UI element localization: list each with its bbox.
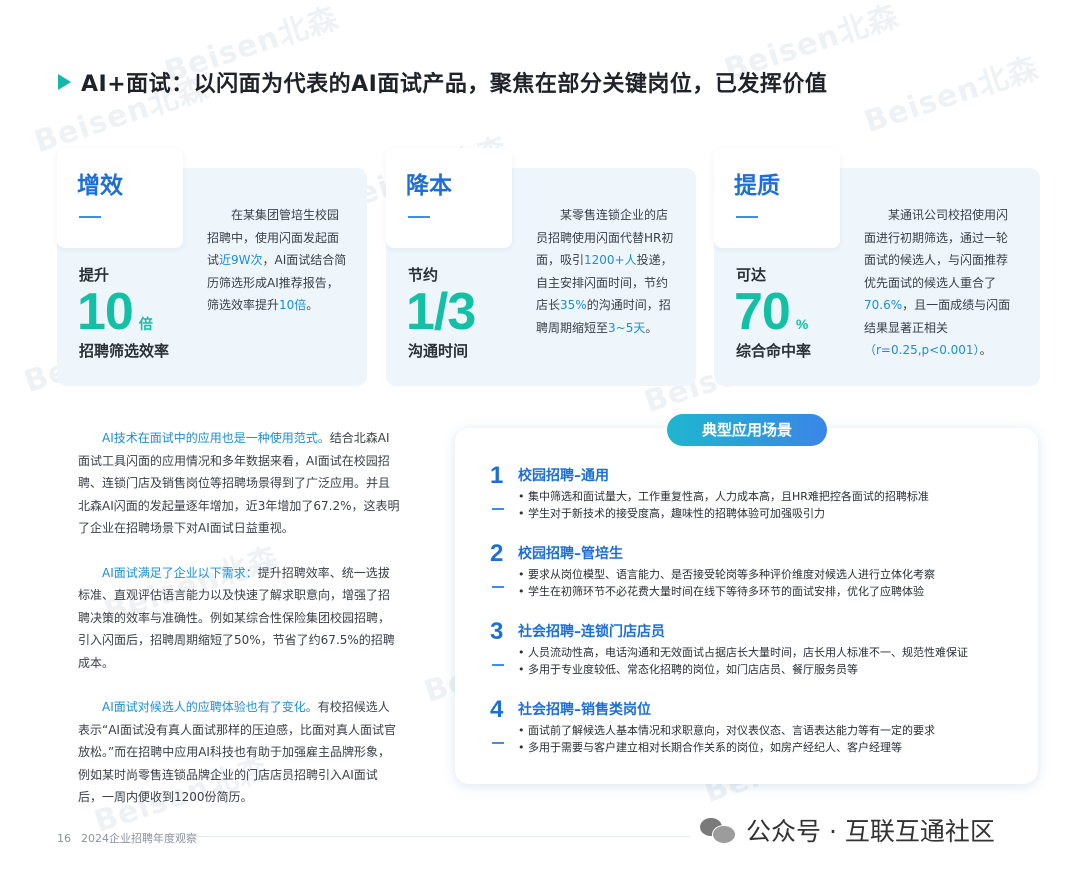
card-tag: 增效: [57, 148, 183, 248]
scenario-panel: 典型应用场景 1 校园招聘–通用 集中筛选和面试量大，工作重复性高，人力成本高，…: [455, 414, 1038, 784]
number-dash: [492, 586, 504, 588]
card-description: 某通讯公司校招使用闪面进行初期筛选，通过一轮面试的候选人，与闪面推荐优先面试的候…: [864, 204, 1016, 362]
stat-caption: 招聘筛选效率: [79, 342, 170, 360]
page-footer: 16 2024企业招聘年度观察: [57, 830, 197, 846]
highlight-text: 1200+人: [584, 253, 637, 267]
bullet: 人员流动性高，电话沟通和无效面试占据店长大量时间，店长用人标准不一、规范性难保证: [518, 644, 968, 661]
watermark: Beisen北森: [860, 50, 1044, 140]
desc-text: 。: [306, 298, 319, 312]
paragraph: AI面试满足了企业以下需求：提升招聘效率、统一选拔标准、直观评估语言能力以及快速…: [78, 565, 395, 670]
scenario-number: 2: [490, 540, 504, 567]
desc-text: 某通讯公司校招使用闪面进行初期筛选，通过一轮面试的候选人，与闪面推荐优先面试的候…: [864, 208, 1009, 290]
scenario-number: 3: [490, 618, 504, 645]
bullet: 面试前了解候选人基本情况和求职意向，对仪表仪态、言语表达能力等有一定的要求: [518, 722, 935, 739]
bullet: 多用于专业度较低、常态化招聘的岗位，如门店店员、餐厅服务员等: [518, 661, 968, 678]
page-number: 16: [57, 832, 71, 845]
scenario-bullets: 人员流动性高，电话沟通和无效面试占据店长大量时间，店长用人标准不一、规范性难保证…: [518, 644, 968, 678]
scenario-bullets: 集中筛选和面试量大，工作重复性高，人力成本高，且HR难把控各面试的招聘标准 学生…: [518, 488, 929, 522]
card-tag: 提质: [714, 148, 840, 248]
desc-text: 。: [979, 343, 992, 357]
number-dash: [492, 664, 504, 666]
scenario-title: 校园招聘–通用: [518, 468, 609, 484]
number-dash: [492, 742, 504, 744]
tag-dash: [408, 216, 430, 218]
paragraph: AI技术在面试中的应用也是一种使用范式。结合北森AI面试工具闪面的应用情况和多年…: [78, 431, 400, 535]
stat-caption: 综合命中率: [736, 342, 812, 360]
number-dash: [492, 508, 504, 510]
highlight-text: 70.6%: [864, 298, 903, 312]
highlight-text: 3~5天: [608, 320, 646, 335]
scenario-title: 校园招聘–管培生: [518, 546, 623, 562]
card-tag-label: 提质: [734, 173, 780, 199]
bullet: 学生对于新技术的接受度高，趣味性的招聘体验可加强吸引力: [518, 505, 929, 522]
panel-header-pill: 典型应用场景: [667, 414, 827, 446]
scenario-number: 4: [490, 696, 504, 723]
card-description: 在某集团管培生校园招聘中，使用闪面发起面试近9W次，AI面试结合简历筛选形成AI…: [207, 204, 349, 317]
wechat-icon: [700, 816, 736, 844]
footer-divider: [190, 836, 690, 837]
bullet: 集中筛选和面试量大，工作重复性高，人力成本高，且HR难把控各面试的招聘标准: [518, 488, 929, 505]
stat-card-cost: 降本 节约 1/3 沟通时间 某零售连锁企业的店员招聘使用闪面代替HR初面，吸引…: [386, 148, 696, 386]
card-tag-label: 降本: [406, 173, 452, 199]
stat-value: 1/3: [406, 283, 476, 341]
bullet: 要求从岗位模型、语言能力、是否接受轮岗等多种评价维度对候选人进行立体化考察: [518, 566, 935, 583]
scenario-bullets: 要求从岗位模型、语言能力、是否接受轮岗等多种评价维度对候选人进行立体化考察 学生…: [518, 566, 935, 600]
highlight-text: 近9W次: [219, 253, 263, 267]
card-tag-label: 增效: [77, 173, 123, 199]
body-text-column: AI技术在面试中的应用也是一种使用范式。结合北森AI面试工具闪面的应用情况和多年…: [78, 427, 400, 831]
tag-dash: [79, 216, 101, 218]
page-title-row: AI+面试：以闪面为代表的AI面试产品，聚焦在部分关键岗位，已发挥价值: [58, 66, 827, 98]
stat-card-efficiency: 增效 提升 10 倍 招聘筛选效率 在某集团管培生校园招聘中，使用闪面发起面试近9…: [57, 148, 367, 386]
paragraph: AI面试对候选人的应聘体验也有了变化。有校招候选人表示“AI面试没有真人面试那样…: [78, 700, 396, 804]
highlight-text: 35%: [560, 298, 587, 312]
wechat-account-name: 公众号 · 互联互通社区: [746, 817, 995, 846]
triangle-bullet-icon: [58, 74, 71, 90]
stat-value: 70%: [734, 283, 808, 341]
bullet: 学生在初筛环节不必花费大量时间在线下等待多环节的面试安排，优化了应聘体验: [518, 583, 935, 600]
wechat-account-badge: 公众号 · 互联互通社区: [700, 812, 995, 848]
scenario-title: 社会招聘–连锁门店店员: [518, 624, 665, 640]
scenario-title: 社会招聘–销售类岗位: [518, 702, 651, 718]
highlight-text: 10倍: [279, 298, 307, 312]
scenario-bullets: 面试前了解候选人基本情况和求职意向，对仪表仪态、言语表达能力等有一定的要求 多用…: [518, 722, 935, 756]
highlight-text: （r=0.25,p<0.001）: [864, 343, 980, 357]
scenario-number: 1: [490, 462, 504, 489]
report-name: 2024企业招聘年度观察: [81, 832, 197, 845]
page-title: AI+面试：以闪面为代表的AI面试产品，聚焦在部分关键岗位，已发挥价值: [81, 72, 828, 97]
bullet: 多用于需要与客户建立相对长期合作关系的岗位，如房产经纪人、客户经理等: [518, 739, 935, 756]
card-tag: 降本: [386, 148, 512, 248]
desc-text: 。: [645, 320, 658, 335]
stat-card-quality: 提质 可达 70% 综合命中率 某通讯公司校招使用闪面进行初期筛选，通过一轮面试…: [714, 148, 1040, 386]
card-description: 某零售连锁企业的店员招聘使用闪面代替HR初面，吸引1200+人投递，自主安排闪面…: [536, 204, 678, 339]
tag-dash: [736, 216, 758, 218]
stat-caption: 沟通时间: [408, 342, 469, 360]
stat-value: 10 倍: [77, 283, 153, 341]
